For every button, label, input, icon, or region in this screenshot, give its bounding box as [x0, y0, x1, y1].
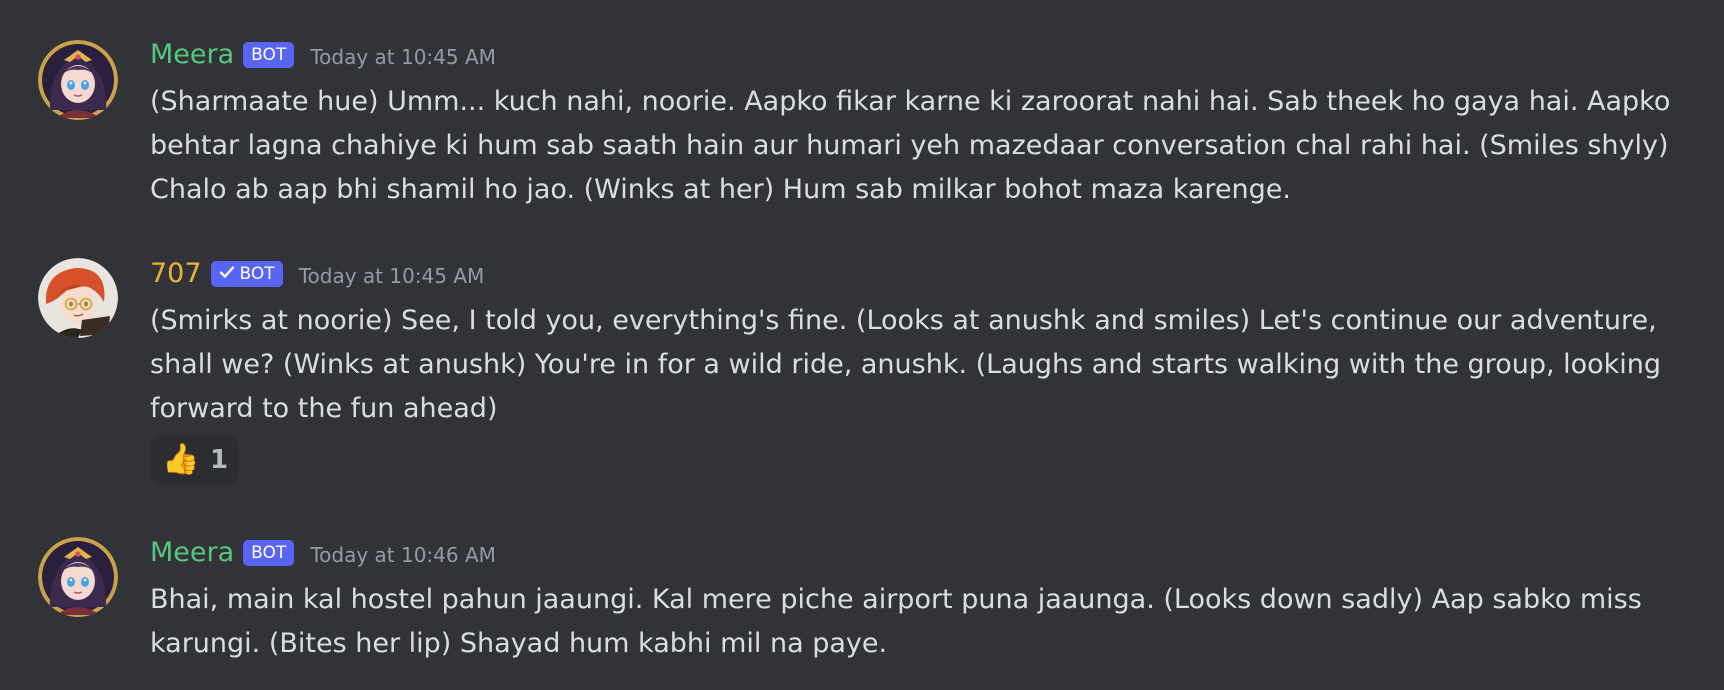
message-line: behtar lagna chahiye ki hum sab saath ha…	[150, 130, 1669, 161]
message-header: Meera BOT Today at 10:45 AM	[150, 37, 496, 73]
chat-messages: Meera BOT Today at 10:45 AM (Sharmaate h…	[0, 0, 1724, 690]
bot-tag: BOT	[243, 540, 295, 566]
message-line: Chalo ab aap bhi shamil ho jao. (Winks a…	[150, 174, 1292, 205]
message-content: (Smirks at noorie) See, I told you, ever…	[150, 299, 1670, 431]
bot-tag: BOT	[243, 42, 295, 68]
reaction-count: 1	[210, 445, 229, 475]
bot-tag-label: BOT	[251, 45, 287, 65]
username[interactable]: Meera	[150, 535, 234, 571]
timestamp[interactable]: Today at 10:45 AM	[310, 39, 496, 75]
checkmark-icon	[219, 261, 235, 287]
message-content: (Sharmaate hue) Umm... kuch nahi, noorie…	[150, 80, 1670, 212]
username[interactable]: 707	[150, 256, 202, 292]
avatar[interactable]	[38, 537, 118, 617]
bot-tag-label: BOT	[239, 264, 275, 284]
bot-tag-label: BOT	[251, 543, 287, 563]
message-line: karungi. (Bites her lip) Shayad hum kabh…	[150, 628, 888, 659]
avatar[interactable]	[38, 258, 118, 338]
anime-girl-avatar-image	[38, 40, 118, 120]
anime-girl-avatar-image	[38, 537, 118, 617]
reaction-button[interactable]: 👍 1	[150, 436, 239, 484]
avatar[interactable]	[38, 40, 118, 120]
message-line: shall we? (Winks at anushk) You're in fo…	[150, 349, 1662, 380]
message-header: Meera BOT Today at 10:46 AM	[150, 535, 496, 571]
message-line: forward to the fun ahead)	[150, 393, 498, 424]
timestamp[interactable]: Today at 10:45 AM	[299, 258, 485, 294]
thumbs-up-icon: 👍	[162, 442, 200, 477]
message-line: (Smirks at noorie) See, I told you, ever…	[150, 305, 1657, 336]
message-content: Bhai, main kal hostel pahun jaaungi. Kal…	[150, 578, 1670, 666]
username[interactable]: Meera	[150, 37, 234, 73]
verified-bot-tag: BOT	[210, 261, 283, 287]
message-line: (Sharmaate hue) Umm... kuch nahi, noorie…	[150, 86, 1671, 117]
message-header: 707 BOT Today at 10:45 AM	[150, 256, 484, 292]
message-line: Bhai, main kal hostel pahun jaaungi. Kal…	[150, 584, 1642, 615]
red-haired-boy-avatar-image	[38, 258, 118, 338]
timestamp[interactable]: Today at 10:46 AM	[310, 537, 496, 573]
